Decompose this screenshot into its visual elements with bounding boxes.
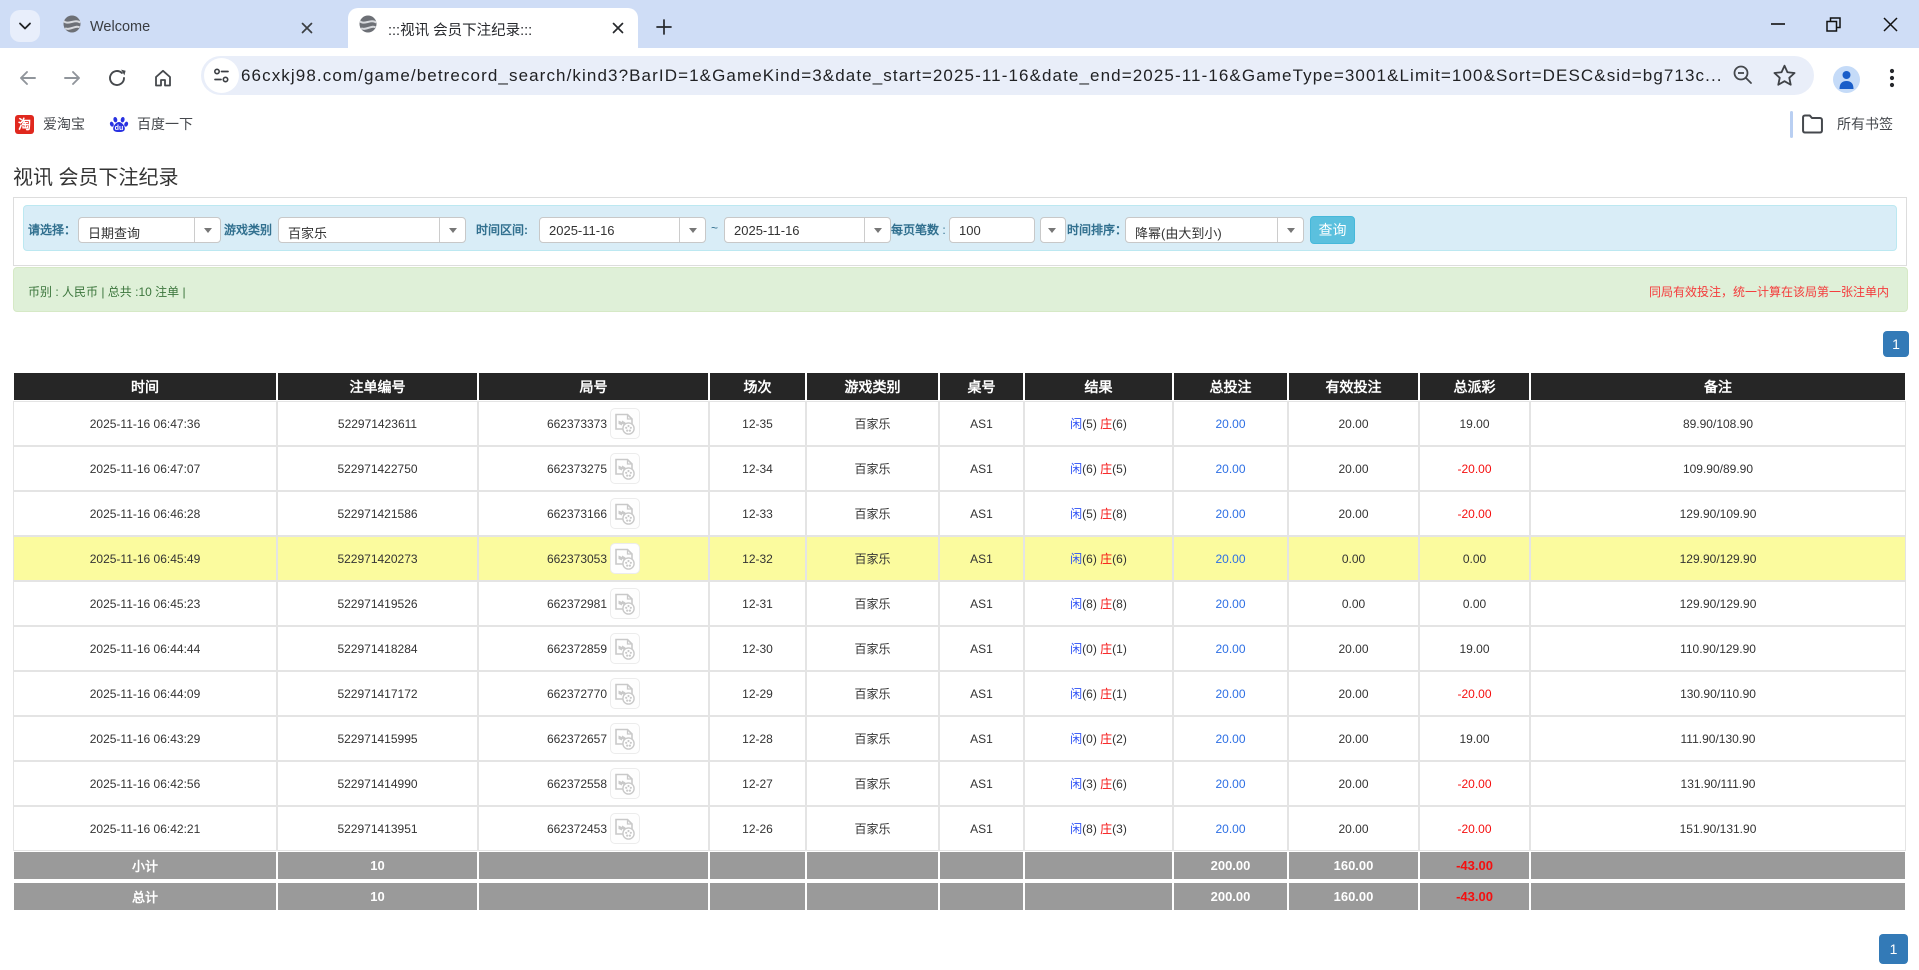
svg-text:du: du	[115, 124, 124, 132]
